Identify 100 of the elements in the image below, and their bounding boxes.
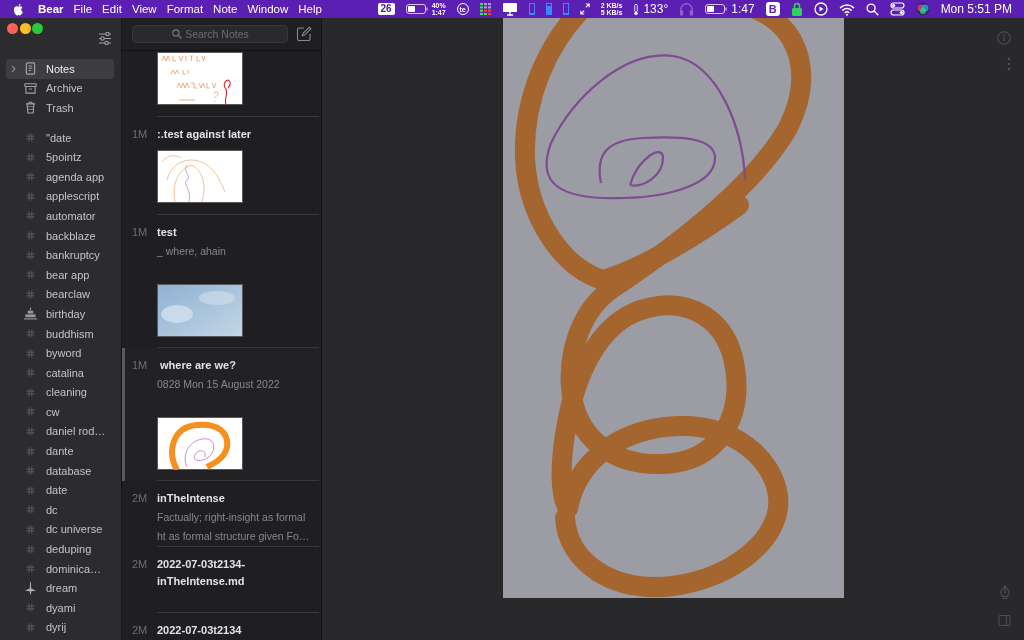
- note-title: 2022-07-03t2134: [157, 623, 242, 638]
- hash-icon: [26, 152, 35, 162]
- toggles-icon[interactable]: [889, 2, 905, 16]
- sidebar-item[interactable]: byword: [6, 343, 114, 363]
- hash-icon: [26, 505, 35, 515]
- battery-icon[interactable]: [405, 4, 428, 14]
- wifi-icon[interactable]: [838, 2, 855, 16]
- sidebar-item[interactable]: 5pointz: [6, 147, 114, 167]
- compose-icon[interactable]: [296, 26, 312, 42]
- note-age: 2M: [132, 492, 148, 504]
- sidebar-item[interactable]: dyrij: [6, 617, 114, 638]
- search-icon: [172, 29, 182, 39]
- note-title: :.test against later: [157, 127, 252, 142]
- sidebar-item[interactable]: Notes: [6, 59, 114, 79]
- hash-icon: [26, 544, 35, 554]
- menu-item[interactable]: Help: [298, 0, 322, 18]
- usage-meter[interactable]: [528, 3, 535, 15]
- minimize-button[interactable]: [19, 23, 31, 34]
- cake-icon: [24, 307, 37, 321]
- sidebar-item[interactable]: cw: [6, 402, 114, 422]
- close-button[interactable]: [7, 23, 18, 34]
- note-list-item[interactable]: 2M 2022-07-03t2134-inTheIntense.md: [122, 547, 321, 613]
- usage-meter[interactable]: [562, 3, 569, 15]
- menu-item[interactable]: Edit: [102, 0, 122, 18]
- spire-icon: [24, 581, 37, 595]
- hash-icon: [26, 172, 35, 182]
- note-title: test: [157, 225, 177, 240]
- sidebar-item[interactable]: Trash: [6, 98, 114, 118]
- arrows-icon[interactable]: [579, 3, 590, 15]
- sidebar-item[interactable]: automator: [6, 206, 114, 226]
- sidebar-item[interactable]: Archive: [6, 78, 114, 99]
- sidebar-item[interactable]: dc: [6, 500, 114, 520]
- menu-item[interactable]: View: [131, 0, 157, 18]
- hash-icon: [26, 289, 35, 299]
- sidebar-item[interactable]: dc universe: [6, 519, 114, 540]
- hash-icon: [26, 231, 35, 241]
- menu-item[interactable]: Window: [247, 0, 289, 18]
- sliders-icon[interactable]: [98, 32, 112, 45]
- hash-icon: [26, 191, 35, 201]
- battery-reading[interactable]: 1:47: [731, 2, 755, 16]
- sidebar-item[interactable]: deduping: [6, 539, 114, 559]
- note-list-item[interactable]: 1M :.test against later: [122, 117, 321, 215]
- note-list-item[interactable]: 1M test _ where, ahain: [122, 215, 321, 348]
- sidebar-item[interactable]: date: [6, 480, 114, 501]
- sidebar-item[interactable]: dream: [6, 578, 114, 599]
- apple-icon[interactable]: [13, 2, 24, 16]
- app-menu[interactable]: Bear: [38, 0, 64, 18]
- sidebar-item[interactable]: dyami: [6, 598, 114, 618]
- orb-icon[interactable]: [915, 2, 930, 16]
- note-age: 1M: [132, 226, 148, 238]
- usage-meter[interactable]: [545, 3, 552, 15]
- menu-clock[interactable]: Mon 5:51 PM: [940, 2, 1012, 16]
- note-title: 2022-07-03t2134-inTheIntense.md: [157, 557, 247, 589]
- menu-item[interactable]: Format: [166, 0, 204, 18]
- status-logo[interactable]: B: [765, 2, 780, 16]
- sidebar-item[interactable]: database: [6, 460, 114, 481]
- search-field[interactable]: Search Notes: [132, 25, 288, 43]
- hash-icon: [26, 427, 35, 436]
- zoom-button[interactable]: [32, 23, 43, 34]
- play-icon[interactable]: [813, 2, 828, 16]
- hash-icon: [26, 466, 35, 476]
- sidebar-item[interactable]: bear app: [6, 264, 114, 285]
- hash-icon: [26, 348, 35, 358]
- hash-icon: [26, 133, 35, 143]
- note-title: inTheIntense: [157, 491, 225, 506]
- sidebar-item[interactable]: dante: [6, 441, 114, 461]
- search-icon[interactable]: [865, 2, 879, 16]
- hash-icon: [26, 211, 35, 221]
- level-bars-icon[interactable]: [479, 2, 491, 16]
- display-icon[interactable]: [501, 2, 518, 16]
- sidebar-item[interactable]: catalina: [6, 362, 114, 383]
- sidebar-item[interactable]: daniel rod…: [6, 421, 114, 442]
- note-preview: Factually; right-insight as formal ht as formal structure given Fo…: [157, 510, 310, 544]
- temperature-reading[interactable]: 133°: [643, 2, 669, 16]
- sidebar-item[interactable]: applescript: [6, 186, 114, 207]
- sidebar-item[interactable]: dominica…: [6, 558, 114, 579]
- chevron-icon[interactable]: [11, 64, 16, 73]
- lock-icon[interactable]: [790, 2, 803, 16]
- sidebar-item[interactable]: cleaning: [6, 382, 114, 403]
- note-age: 2M: [132, 558, 148, 570]
- note-list-item[interactable]: 2M inTheIntense Factually; right-insight as formal ht as formal structure given Fo…: [122, 481, 321, 547]
- note-list-item[interactable]: 1M where are we? 0828 Mon 15 August 2022: [122, 348, 321, 481]
- hash-icon: [26, 270, 35, 280]
- hash-icon: [26, 485, 35, 495]
- sidebar-item[interactable]: bearclaw: [6, 284, 114, 305]
- sidebar-item[interactable]: backblaze: [6, 225, 114, 246]
- sidebar-item[interactable]: bankruptcy: [6, 245, 114, 265]
- thermometer-icon[interactable]: [633, 2, 640, 16]
- battery-icon[interactable]: [705, 4, 728, 14]
- note-age: 2M: [132, 624, 148, 636]
- hash-icon: [26, 446, 35, 456]
- sidebar-item[interactable]: agenda app: [6, 166, 114, 187]
- date-badge[interactable]: 26: [377, 3, 395, 15]
- sidebar-item[interactable]: "date: [6, 127, 114, 148]
- sidebar-item[interactable]: birthday: [6, 304, 114, 324]
- sidebar-item[interactable]: buddhism: [6, 323, 114, 344]
- hash-icon: [26, 524, 35, 534]
- note-list-item[interactable]: 2M 2022-07-03t2134: [122, 613, 321, 640]
- menu-item[interactable]: File: [73, 0, 93, 18]
- menu-item[interactable]: Note: [213, 0, 238, 18]
